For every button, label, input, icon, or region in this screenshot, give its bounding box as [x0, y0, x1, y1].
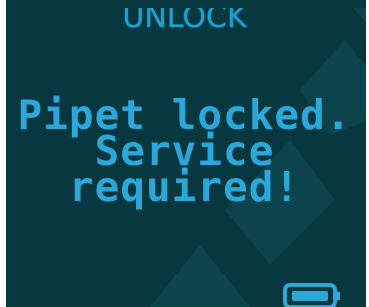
title-crop — [0, 0, 369, 8]
message-line-3: required! — [68, 163, 301, 211]
pipette-display: UNLOCK Pipet locked. Service required! — [0, 0, 369, 307]
battery-icon — [283, 283, 340, 307]
lock-message: Pipet locked. Service required! — [0, 95, 369, 211]
bezel-left — [0, 0, 6, 307]
